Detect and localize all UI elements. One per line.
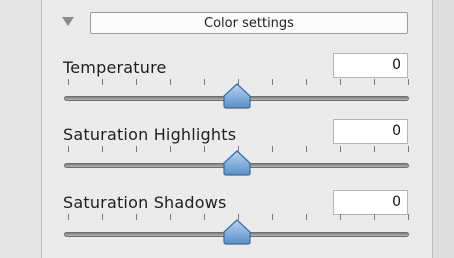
slider-tick bbox=[408, 79, 409, 85]
disclosure-triangle-icon[interactable] bbox=[62, 17, 74, 26]
slider-tick bbox=[408, 146, 409, 152]
slider-tick bbox=[306, 214, 307, 220]
saturation-highlights-value-field[interactable]: 0 bbox=[333, 119, 408, 144]
saturation-shadows-value-field[interactable]: 0 bbox=[333, 190, 408, 215]
slider-tick bbox=[408, 214, 409, 220]
slider-tick bbox=[136, 214, 137, 220]
slider-tick bbox=[340, 214, 341, 220]
slider-tick bbox=[136, 79, 137, 85]
slider-tick bbox=[272, 79, 273, 85]
slider-tick bbox=[136, 146, 137, 152]
slider-tick bbox=[102, 79, 103, 85]
slider-tick bbox=[306, 79, 307, 85]
temperature-value-field[interactable]: 0 bbox=[333, 53, 408, 78]
slider-tick bbox=[340, 146, 341, 152]
slider-tick bbox=[68, 214, 69, 220]
panel-gutter bbox=[433, 0, 454, 258]
slider-tick bbox=[272, 214, 273, 220]
saturation-highlights-slider-thumb[interactable] bbox=[222, 150, 252, 176]
slider-tick bbox=[68, 146, 69, 152]
slider-tick bbox=[374, 79, 375, 85]
saturation-highlights-label: Saturation Highlights bbox=[63, 125, 237, 144]
slider-tick bbox=[170, 146, 171, 152]
slider-tick bbox=[272, 146, 273, 152]
slider-tick bbox=[340, 79, 341, 85]
temperature-label: Temperature bbox=[63, 58, 167, 77]
saturation-shadows-label: Saturation Shadows bbox=[63, 193, 227, 212]
temperature-slider-thumb[interactable] bbox=[222, 83, 252, 109]
slider-tick bbox=[68, 79, 69, 85]
slider-tick bbox=[374, 214, 375, 220]
section-header-color-settings[interactable]: Color settings bbox=[90, 12, 408, 34]
slider-tick bbox=[374, 146, 375, 152]
slider-tick bbox=[102, 214, 103, 220]
slider-tick bbox=[204, 146, 205, 152]
slider-tick bbox=[306, 146, 307, 152]
slider-tick bbox=[102, 146, 103, 152]
saturation-shadows-slider-thumb[interactable] bbox=[222, 219, 252, 245]
slider-tick bbox=[170, 214, 171, 220]
slider-tick bbox=[204, 214, 205, 220]
slider-tick bbox=[170, 79, 171, 85]
slider-tick bbox=[204, 79, 205, 85]
